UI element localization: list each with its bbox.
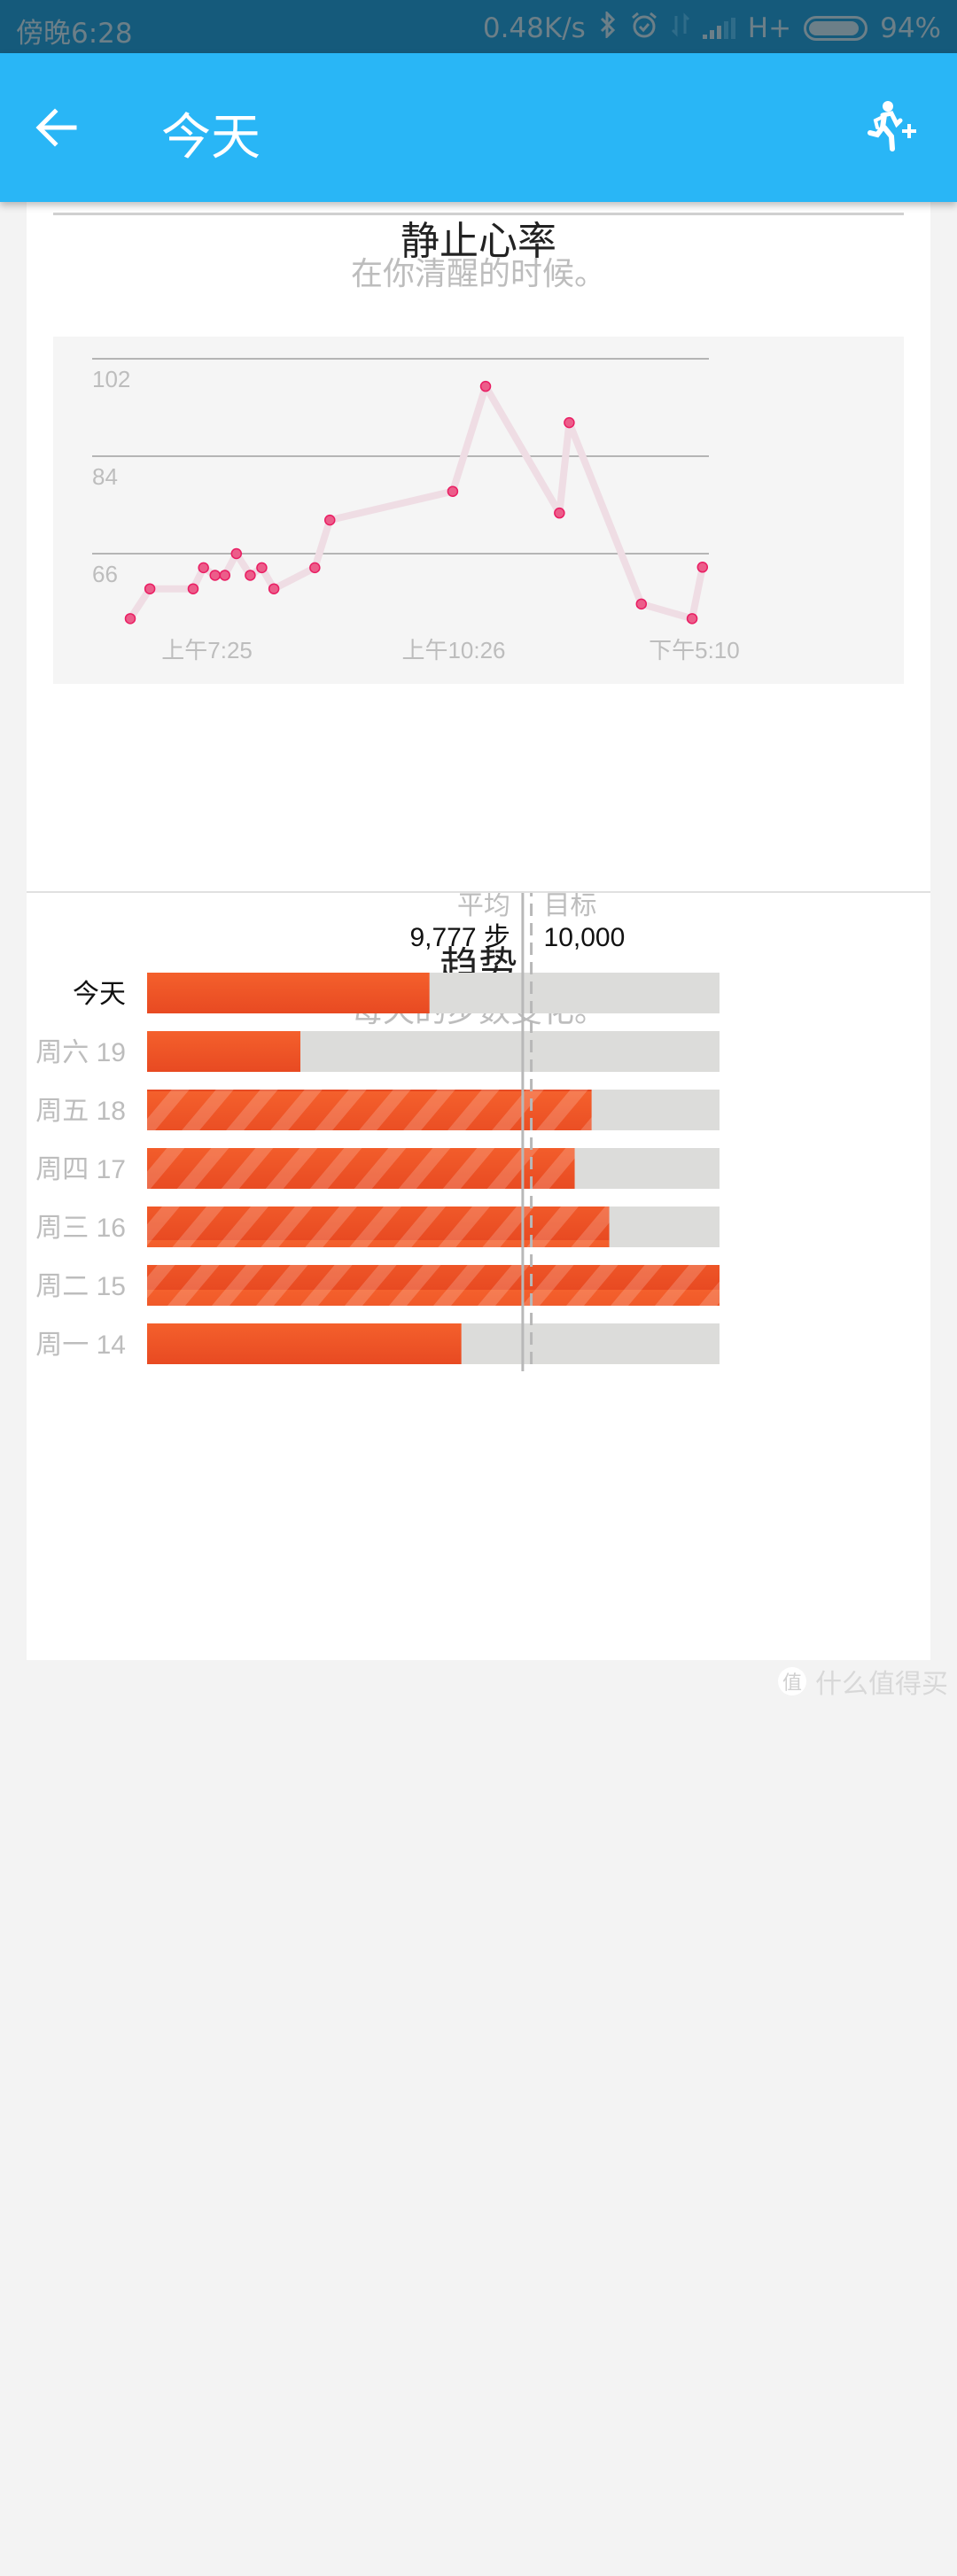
run-add-icon xyxy=(868,101,916,151)
arrow-left-icon xyxy=(35,108,77,147)
steps-bar xyxy=(147,1207,610,1247)
heart-rate-point xyxy=(635,598,648,610)
status-time: 傍晚6:28 xyxy=(16,18,133,50)
status-bar: 傍晚6:28 0.48K/s H+ 94% xyxy=(0,0,957,53)
heart-rate-chart-svg: 66 84 102 上午7:25 上午10:26 下午5:10 xyxy=(92,358,740,663)
steps-bar xyxy=(147,973,430,1013)
steps-bar xyxy=(147,1148,575,1189)
heart-rate-chart: 66 84 102 上午7:25 上午10:26 下午5:10 xyxy=(53,337,904,684)
alarm-icon xyxy=(630,11,658,46)
heart-rate-point xyxy=(323,514,336,526)
heart-rate-point xyxy=(230,547,243,560)
category-label: 周二 15 xyxy=(35,1272,126,1301)
signal-icon xyxy=(702,18,735,39)
steps-bar xyxy=(147,1323,462,1364)
data-arrows-icon xyxy=(671,12,690,44)
heart-rate-point xyxy=(268,583,280,594)
heart-rate-point xyxy=(144,583,156,594)
heart-rate-point xyxy=(479,380,492,392)
average-value: 9,777 步 xyxy=(409,923,510,952)
heart-rate-point xyxy=(245,570,256,581)
category-label: 今天 xyxy=(73,980,126,1009)
category-label: 周一 14 xyxy=(35,1331,126,1360)
x-tick-label: 上午7:25 xyxy=(161,637,253,663)
heart-rate-point xyxy=(447,485,459,497)
heart-rate-point xyxy=(256,562,268,574)
steps-bar xyxy=(147,1265,720,1306)
x-tick-label: 上午10:26 xyxy=(401,637,505,663)
heart-rate-point xyxy=(198,562,209,574)
heart-rate-point xyxy=(564,416,575,429)
page-title: 今天 xyxy=(161,109,261,167)
heart-rate-point xyxy=(187,583,199,594)
status-icons: 0.48K/s H+ 94% xyxy=(482,10,941,46)
heart-rate-point xyxy=(554,507,565,519)
category-label: 周六 19 xyxy=(35,1038,126,1067)
battery-icon xyxy=(804,16,868,41)
y-tick-label: 66 xyxy=(92,561,118,587)
trend-card: 趋势 每天的步数变化。 今天周六 19周五 18周四 17周三 16周二 15周… xyxy=(27,891,930,1660)
watermark-text: 什么值得买 xyxy=(815,1669,948,1700)
heart-rate-line xyxy=(127,383,706,623)
battery-percent: 94% xyxy=(880,12,941,44)
app-bar: 今天 xyxy=(0,53,957,202)
steps-bar xyxy=(147,1031,300,1072)
heart-rate-point xyxy=(686,613,698,625)
heart-rate-point xyxy=(696,562,709,573)
steps-bar xyxy=(147,1090,592,1130)
goal-label: 目标 xyxy=(544,893,597,920)
average-label: 平均 xyxy=(457,893,510,920)
category-label: 周五 18 xyxy=(35,1097,126,1126)
category-label: 周四 17 xyxy=(35,1155,126,1184)
heart-rate-point xyxy=(209,570,221,581)
back-button[interactable] xyxy=(32,101,85,154)
net-speed: 0.48K/s xyxy=(482,12,586,44)
y-tick-label: 84 xyxy=(92,463,118,490)
steps-trend-chart-svg: 今天周六 19 周五 18 周四 17 周三 16 周二 15 周一 14 平均 9,777 … xyxy=(35,893,720,1371)
goal-value: 10,000 xyxy=(544,923,626,952)
section-subtitle: 在你清醒的时候。 xyxy=(350,256,606,292)
y-tick-label: 102 xyxy=(92,366,130,392)
watermark-badge: 值 xyxy=(778,1667,806,1695)
heart-rate-point xyxy=(219,570,231,581)
resting-heart-rate-card: 静止心率 在你清醒的时候。 66 84 102 上午7:25 上午10:26 下午5:10 xyxy=(27,202,930,891)
add-exercise-button[interactable] xyxy=(863,97,925,159)
x-tick-label: 下午5:10 xyxy=(649,637,740,663)
heart-rate-point xyxy=(124,613,136,625)
network-type: H+ xyxy=(747,12,792,44)
watermark: 值 什么值得买 xyxy=(778,1662,948,1701)
category-label: 周三 16 xyxy=(35,1214,126,1243)
heart-rate-point xyxy=(309,562,321,574)
bluetooth-icon xyxy=(598,10,618,45)
